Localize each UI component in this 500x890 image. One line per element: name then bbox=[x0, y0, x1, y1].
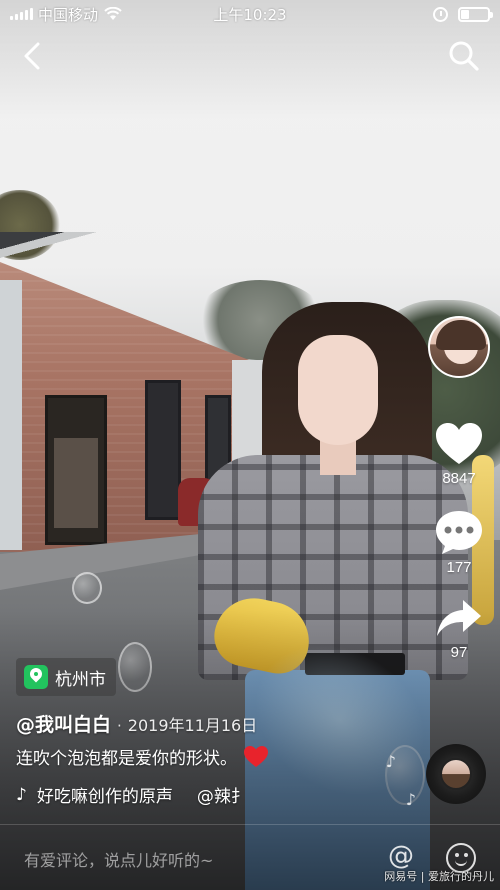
share-arrow-icon bbox=[437, 600, 481, 636]
soap-bubble bbox=[72, 572, 102, 604]
music-title: 好吃嘛创作的原声 bbox=[36, 787, 173, 807]
share-count: 97 bbox=[450, 644, 468, 661]
heart-icon bbox=[436, 423, 482, 464]
signal-icon bbox=[10, 8, 33, 20]
disc-cover-image bbox=[440, 758, 472, 790]
status-bar: 中国移动 上午10:23 bbox=[0, 0, 500, 28]
comment-count: 177 bbox=[446, 559, 472, 576]
battery-level bbox=[461, 9, 469, 19]
search-icon bbox=[449, 41, 479, 71]
comment-button[interactable]: 177 bbox=[434, 509, 484, 576]
separator-dot: · bbox=[117, 717, 122, 735]
location-tag[interactable]: 杭州市 bbox=[16, 658, 116, 696]
like-count: 8847 bbox=[442, 470, 476, 487]
music-note-icon: ♪ bbox=[405, 790, 416, 809]
music-mention: @辣扌 bbox=[196, 787, 248, 807]
battery-icon bbox=[458, 6, 493, 22]
alarm-icon bbox=[433, 6, 448, 22]
building-window bbox=[145, 380, 181, 520]
comment-input[interactable]: 有爱评论，说点儿好听的~ bbox=[24, 847, 213, 871]
building-wall bbox=[0, 280, 22, 550]
caption-text: 连吹个泡泡都是爱你的形状。 bbox=[16, 749, 237, 769]
location-pin-icon bbox=[24, 665, 48, 689]
music-note-icon: ♪ bbox=[16, 784, 27, 805]
music-note-icon: ♪ bbox=[385, 752, 396, 771]
mention-button[interactable]: @ bbox=[388, 841, 414, 871]
chevron-left-icon bbox=[24, 42, 40, 70]
location-label: 杭州市 bbox=[55, 669, 106, 690]
carrier-name: 中国移动 bbox=[38, 5, 99, 24]
author-line: @我叫白白 · 2019年11月16日 bbox=[16, 710, 257, 737]
search-button[interactable] bbox=[446, 38, 482, 74]
action-rail: 8847 177 97 bbox=[426, 316, 492, 661]
back-button[interactable] bbox=[14, 38, 50, 74]
wifi-icon bbox=[104, 7, 122, 20]
author-avatar[interactable] bbox=[428, 316, 490, 378]
video-caption: 连吹个泡泡都是爱你的形状。 bbox=[16, 744, 269, 769]
red-heart-emoji-icon bbox=[244, 745, 268, 767]
post-date: 2019年11月16日 bbox=[127, 716, 258, 735]
share-button[interactable]: 97 bbox=[435, 598, 483, 661]
subject-face bbox=[298, 335, 378, 445]
music-credit[interactable]: ♪ 好吃嘛创作的原声 @辣扌 bbox=[16, 782, 248, 808]
comment-icon bbox=[436, 511, 482, 554]
building-door bbox=[45, 395, 107, 545]
like-button[interactable]: 8847 bbox=[434, 422, 484, 487]
music-disc-button[interactable] bbox=[426, 744, 486, 804]
author-name[interactable]: @我叫白白 bbox=[16, 710, 111, 737]
watermark: 网易号 | 爱旅行的丹儿 bbox=[384, 870, 494, 883]
